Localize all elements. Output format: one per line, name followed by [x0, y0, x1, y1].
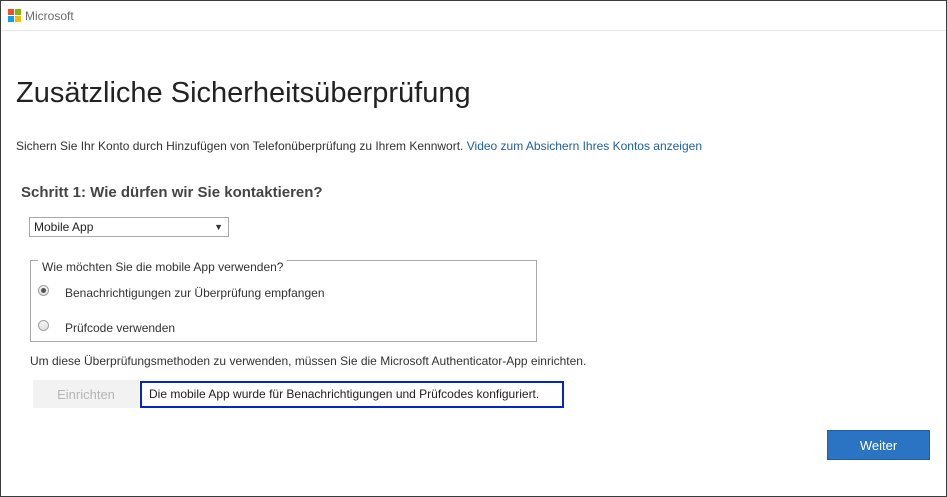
radio-verification-code[interactable]	[38, 320, 49, 331]
top-bar: Microsoft	[1, 1, 946, 31]
security-video-link[interactable]: Video zum Absichern Ihres Kontos anzeige…	[467, 139, 702, 153]
microsoft-logo-icon	[8, 9, 21, 22]
setup-note: Um diese Überprüfungsmethoden zu verwend…	[30, 354, 587, 368]
intro-paragraph: Sichern Sie Ihr Konto durch Hinzufügen v…	[16, 139, 702, 153]
page-frame: Microsoft Zusätzliche Sicherheitsüberprü…	[0, 0, 947, 497]
dropdown-triangle-icon: ▼	[214, 222, 223, 232]
page-title: Zusätzliche Sicherheitsüberprüfung	[16, 77, 471, 109]
usage-group-legend: Wie möchten Sie die mobile App verwenden…	[38, 260, 288, 274]
next-button[interactable]: Weiter	[827, 430, 930, 460]
setup-button[interactable]: Einrichten	[33, 380, 139, 408]
select-value: Mobile App	[34, 220, 94, 234]
step-heading: Schritt 1: Wie dürfen wir Sie kontaktier…	[21, 184, 323, 201]
status-message: Die mobile App wurde für Benachrichtigun…	[140, 381, 564, 408]
intro-text: Sichern Sie Ihr Konto durch Hinzufügen v…	[16, 139, 464, 153]
option-label-verification-code[interactable]: Prüfcode verwenden	[65, 321, 175, 335]
contact-method-select[interactable]: Mobile App ▼	[29, 217, 229, 237]
brand-name: Microsoft	[25, 9, 74, 23]
option-label-notification[interactable]: Benachrichtigungen zur Überprüfung empfa…	[65, 286, 325, 300]
radio-notification[interactable]	[38, 285, 49, 296]
